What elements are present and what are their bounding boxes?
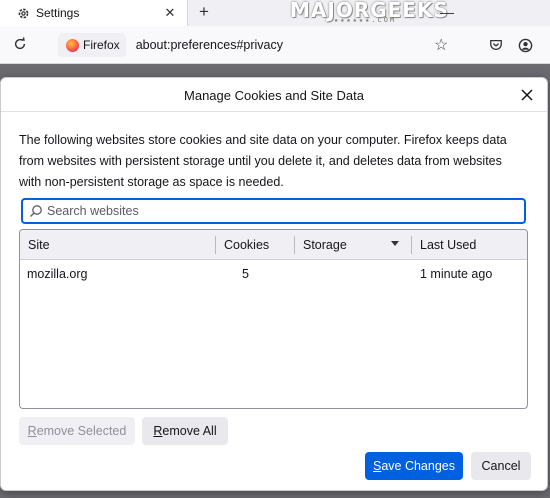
bookmark-star-icon[interactable]: ☆ bbox=[434, 35, 448, 55]
tab-title: Settings bbox=[36, 6, 80, 20]
tab-bar: Settings ✕ + MAJORGEEKS ★★★★★★.COM — bbox=[0, 0, 550, 26]
dialog-title: Manage Cookies and Site Data bbox=[184, 88, 364, 103]
search-input[interactable] bbox=[47, 204, 524, 218]
remove-all-accesskey: R bbox=[153, 424, 163, 438]
save-changes-button[interactable]: Save Changes bbox=[365, 452, 463, 480]
remove-selected-accesskey: R bbox=[27, 424, 37, 438]
sites-table: Site Cookies Storage Last Used mozilla.o… bbox=[19, 229, 528, 409]
search-icon bbox=[29, 204, 43, 218]
remove-all-label: emove All bbox=[162, 424, 217, 438]
new-tab-button[interactable]: + bbox=[194, 2, 214, 22]
watermark-sub: ★★★★★★.COM bbox=[334, 16, 397, 24]
cell-last-used: 1 minute ago bbox=[420, 267, 493, 281]
identity-box[interactable]: Firefox bbox=[58, 33, 126, 57]
pocket-icon[interactable] bbox=[487, 36, 505, 54]
search-field[interactable] bbox=[21, 198, 526, 224]
dialog-header: Manage Cookies and Site Data bbox=[1, 78, 547, 112]
dialog-description: The following websites store cookies and… bbox=[19, 133, 507, 189]
manage-cookies-dialog: Manage Cookies and Site Data The followi… bbox=[0, 77, 548, 491]
close-icon[interactable] bbox=[515, 84, 539, 106]
table-row[interactable]: mozilla.org 5 1 minute ago bbox=[20, 261, 527, 289]
column-header-cookies[interactable]: Cookies bbox=[216, 230, 294, 260]
firefox-logo-icon bbox=[66, 38, 79, 52]
column-header-last-used[interactable]: Last Used bbox=[412, 230, 527, 260]
sort-descending-icon bbox=[391, 241, 399, 246]
close-tab-icon[interactable]: ✕ bbox=[159, 5, 181, 21]
url-bar[interactable]: Firefox about:preferences#privacy bbox=[58, 32, 458, 58]
cell-cookies: 5 bbox=[242, 267, 249, 281]
table-header: Site Cookies Storage Last Used bbox=[20, 230, 527, 260]
account-icon[interactable] bbox=[516, 36, 534, 54]
tab-settings[interactable]: Settings ✕ bbox=[0, 0, 188, 26]
save-changes-label: ave Changes bbox=[381, 459, 455, 473]
reload-icon[interactable] bbox=[10, 34, 30, 54]
save-changes-accesskey: S bbox=[372, 459, 382, 473]
cancel-button[interactable]: Cancel bbox=[471, 452, 531, 480]
gear-icon bbox=[16, 6, 30, 20]
navigation-bar: Firefox about:preferences#privacy ☆ bbox=[0, 26, 550, 64]
remove-selected-button[interactable]: Remove Selected bbox=[19, 417, 135, 445]
url-text[interactable]: about:preferences#privacy bbox=[136, 38, 458, 52]
minimize-icon[interactable]: — bbox=[432, 0, 462, 26]
identity-label: Firefox bbox=[83, 38, 120, 52]
cell-site: mozilla.org bbox=[27, 267, 88, 281]
remove-selected-label: emove Selected bbox=[36, 424, 127, 438]
remove-all-button[interactable]: Remove All bbox=[142, 417, 228, 445]
column-header-site[interactable]: Site bbox=[20, 230, 215, 260]
